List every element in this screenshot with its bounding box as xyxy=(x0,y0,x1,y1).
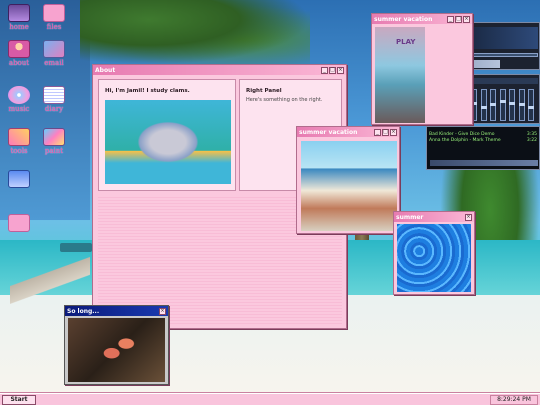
eq-slider[interactable] xyxy=(509,89,515,121)
taskbar: Start 8:29:24 PM xyxy=(0,393,540,405)
summer-titlebar[interactable]: summer vacation _ □ × xyxy=(297,127,399,137)
summer-vacation-window-top[interactable]: summer vacation _ □ × PLAY xyxy=(371,13,473,125)
desktop-icon-paint[interactable]: paint xyxy=(37,128,71,155)
user-icon xyxy=(8,40,30,58)
eq-slider[interactable] xyxy=(518,89,525,121)
desktop-icon-label: music xyxy=(8,105,30,113)
palm-leaves-top xyxy=(80,0,310,65)
desktop-icon-label: diary xyxy=(44,105,64,113)
minimize-button[interactable]: _ xyxy=(447,15,454,23)
summer-photo xyxy=(301,141,397,231)
playlist-item-title: Anna the Dolphin - Mark Theme xyxy=(429,138,501,143)
media-player-playlist[interactable]: Bad Kinder - Give Dice Demo 3:35 Anna th… xyxy=(426,126,540,170)
scissors-icon xyxy=(8,128,30,146)
desktop-icon-home[interactable]: home xyxy=(2,4,36,31)
desktop-icon-label: tools xyxy=(10,147,28,155)
boat xyxy=(60,243,92,252)
water-window[interactable]: summer × xyxy=(393,211,475,295)
maximize-button[interactable]: □ xyxy=(329,66,336,74)
mail-icon xyxy=(43,40,65,58)
close-button[interactable]: × xyxy=(463,15,470,23)
start-button[interactable]: Start xyxy=(2,395,36,405)
minimize-button[interactable]: _ xyxy=(374,128,381,136)
paint-icon xyxy=(43,128,65,146)
computer-icon xyxy=(8,4,30,22)
summer-title: summer vacation xyxy=(299,128,358,136)
folder-icon xyxy=(43,4,65,22)
eq-slider[interactable] xyxy=(528,89,534,121)
palm-trunk xyxy=(355,230,369,330)
taskbar-clock: 8:29:24 PM xyxy=(490,395,538,405)
notebook-icon xyxy=(43,86,65,104)
maximize-button[interactable]: □ xyxy=(455,15,462,23)
right-panel-text: Here's something on the right. xyxy=(246,97,323,103)
eq-slider-knob[interactable] xyxy=(528,105,534,109)
desktop-icon-folder-a[interactable] xyxy=(2,214,36,232)
fish-photo xyxy=(68,318,165,382)
desktop-icon-music[interactable]: music xyxy=(2,86,36,113)
about-title: About xyxy=(95,66,116,74)
network-icon xyxy=(8,170,30,188)
summer-titlebar-top[interactable]: summer vacation _ □ × xyxy=(372,14,472,24)
desktop-icon-label: email xyxy=(44,59,64,67)
maximize-button[interactable]: □ xyxy=(382,128,389,136)
desktop-icon-tools[interactable]: tools xyxy=(2,128,36,155)
desktop-icon-label: files xyxy=(46,23,62,31)
eq-slider-knob[interactable] xyxy=(518,103,525,106)
left-panel-heading: Hi, I'm Jamil! I study clams. xyxy=(105,88,190,94)
water-photo xyxy=(397,224,471,292)
desktop-icon-diary[interactable]: diary xyxy=(37,86,71,113)
eq-slider-knob[interactable] xyxy=(509,101,515,105)
desktop-icon-about[interactable]: about xyxy=(2,40,36,67)
eq-slider-knob[interactable] xyxy=(490,103,496,106)
close-button[interactable]: × xyxy=(390,128,397,136)
eq-slider[interactable] xyxy=(490,89,496,121)
left-panel: Hi, I'm Jamil! I study clams. xyxy=(98,79,236,191)
playlist-item[interactable]: Anna the Dolphin - Mark Theme 3:22 xyxy=(427,138,539,144)
close-button[interactable]: × xyxy=(465,213,472,221)
water-titlebar[interactable]: summer × xyxy=(394,212,474,222)
eq-slider-knob[interactable] xyxy=(499,100,506,104)
about-titlebar[interactable]: About _ □ × xyxy=(93,65,346,75)
desktop-icon-email[interactable]: email xyxy=(37,40,71,67)
pier-dock xyxy=(10,250,90,310)
cd-icon xyxy=(8,86,30,104)
water-title: summer xyxy=(396,213,424,221)
playlist-item-time: 3:22 xyxy=(526,138,537,143)
summer-vacation-window[interactable]: summer vacation _ □ × xyxy=(296,126,400,234)
desktop-icon-label: about xyxy=(8,59,30,67)
desktop-icon-label: paint xyxy=(44,147,64,155)
eq-slider-knob[interactable] xyxy=(480,105,487,109)
eq-slider[interactable] xyxy=(499,89,506,121)
desktop-icon-label: home xyxy=(9,23,29,31)
playlist-footer xyxy=(430,160,538,166)
fish-window[interactable]: So long... × xyxy=(64,305,169,385)
fish-title: So long... xyxy=(67,307,100,315)
play-button-area[interactable]: PLAY xyxy=(396,38,415,46)
folder-icon xyxy=(8,214,30,232)
clam-image xyxy=(105,100,231,184)
minimize-button[interactable]: _ xyxy=(321,66,328,74)
eq-slider[interactable] xyxy=(480,89,487,121)
playlist: Bad Kinder - Give Dice Demo 3:35 Anna th… xyxy=(427,132,539,144)
close-button[interactable]: × xyxy=(159,307,166,315)
summer-title-top: summer vacation xyxy=(374,15,433,23)
right-panel-heading: Right Panel xyxy=(246,88,282,94)
desktop-icon-files[interactable]: files xyxy=(37,4,71,31)
close-button[interactable]: × xyxy=(337,66,344,74)
desktop-icon-network[interactable] xyxy=(2,170,36,188)
fish-titlebar[interactable]: So long... × xyxy=(65,306,168,316)
